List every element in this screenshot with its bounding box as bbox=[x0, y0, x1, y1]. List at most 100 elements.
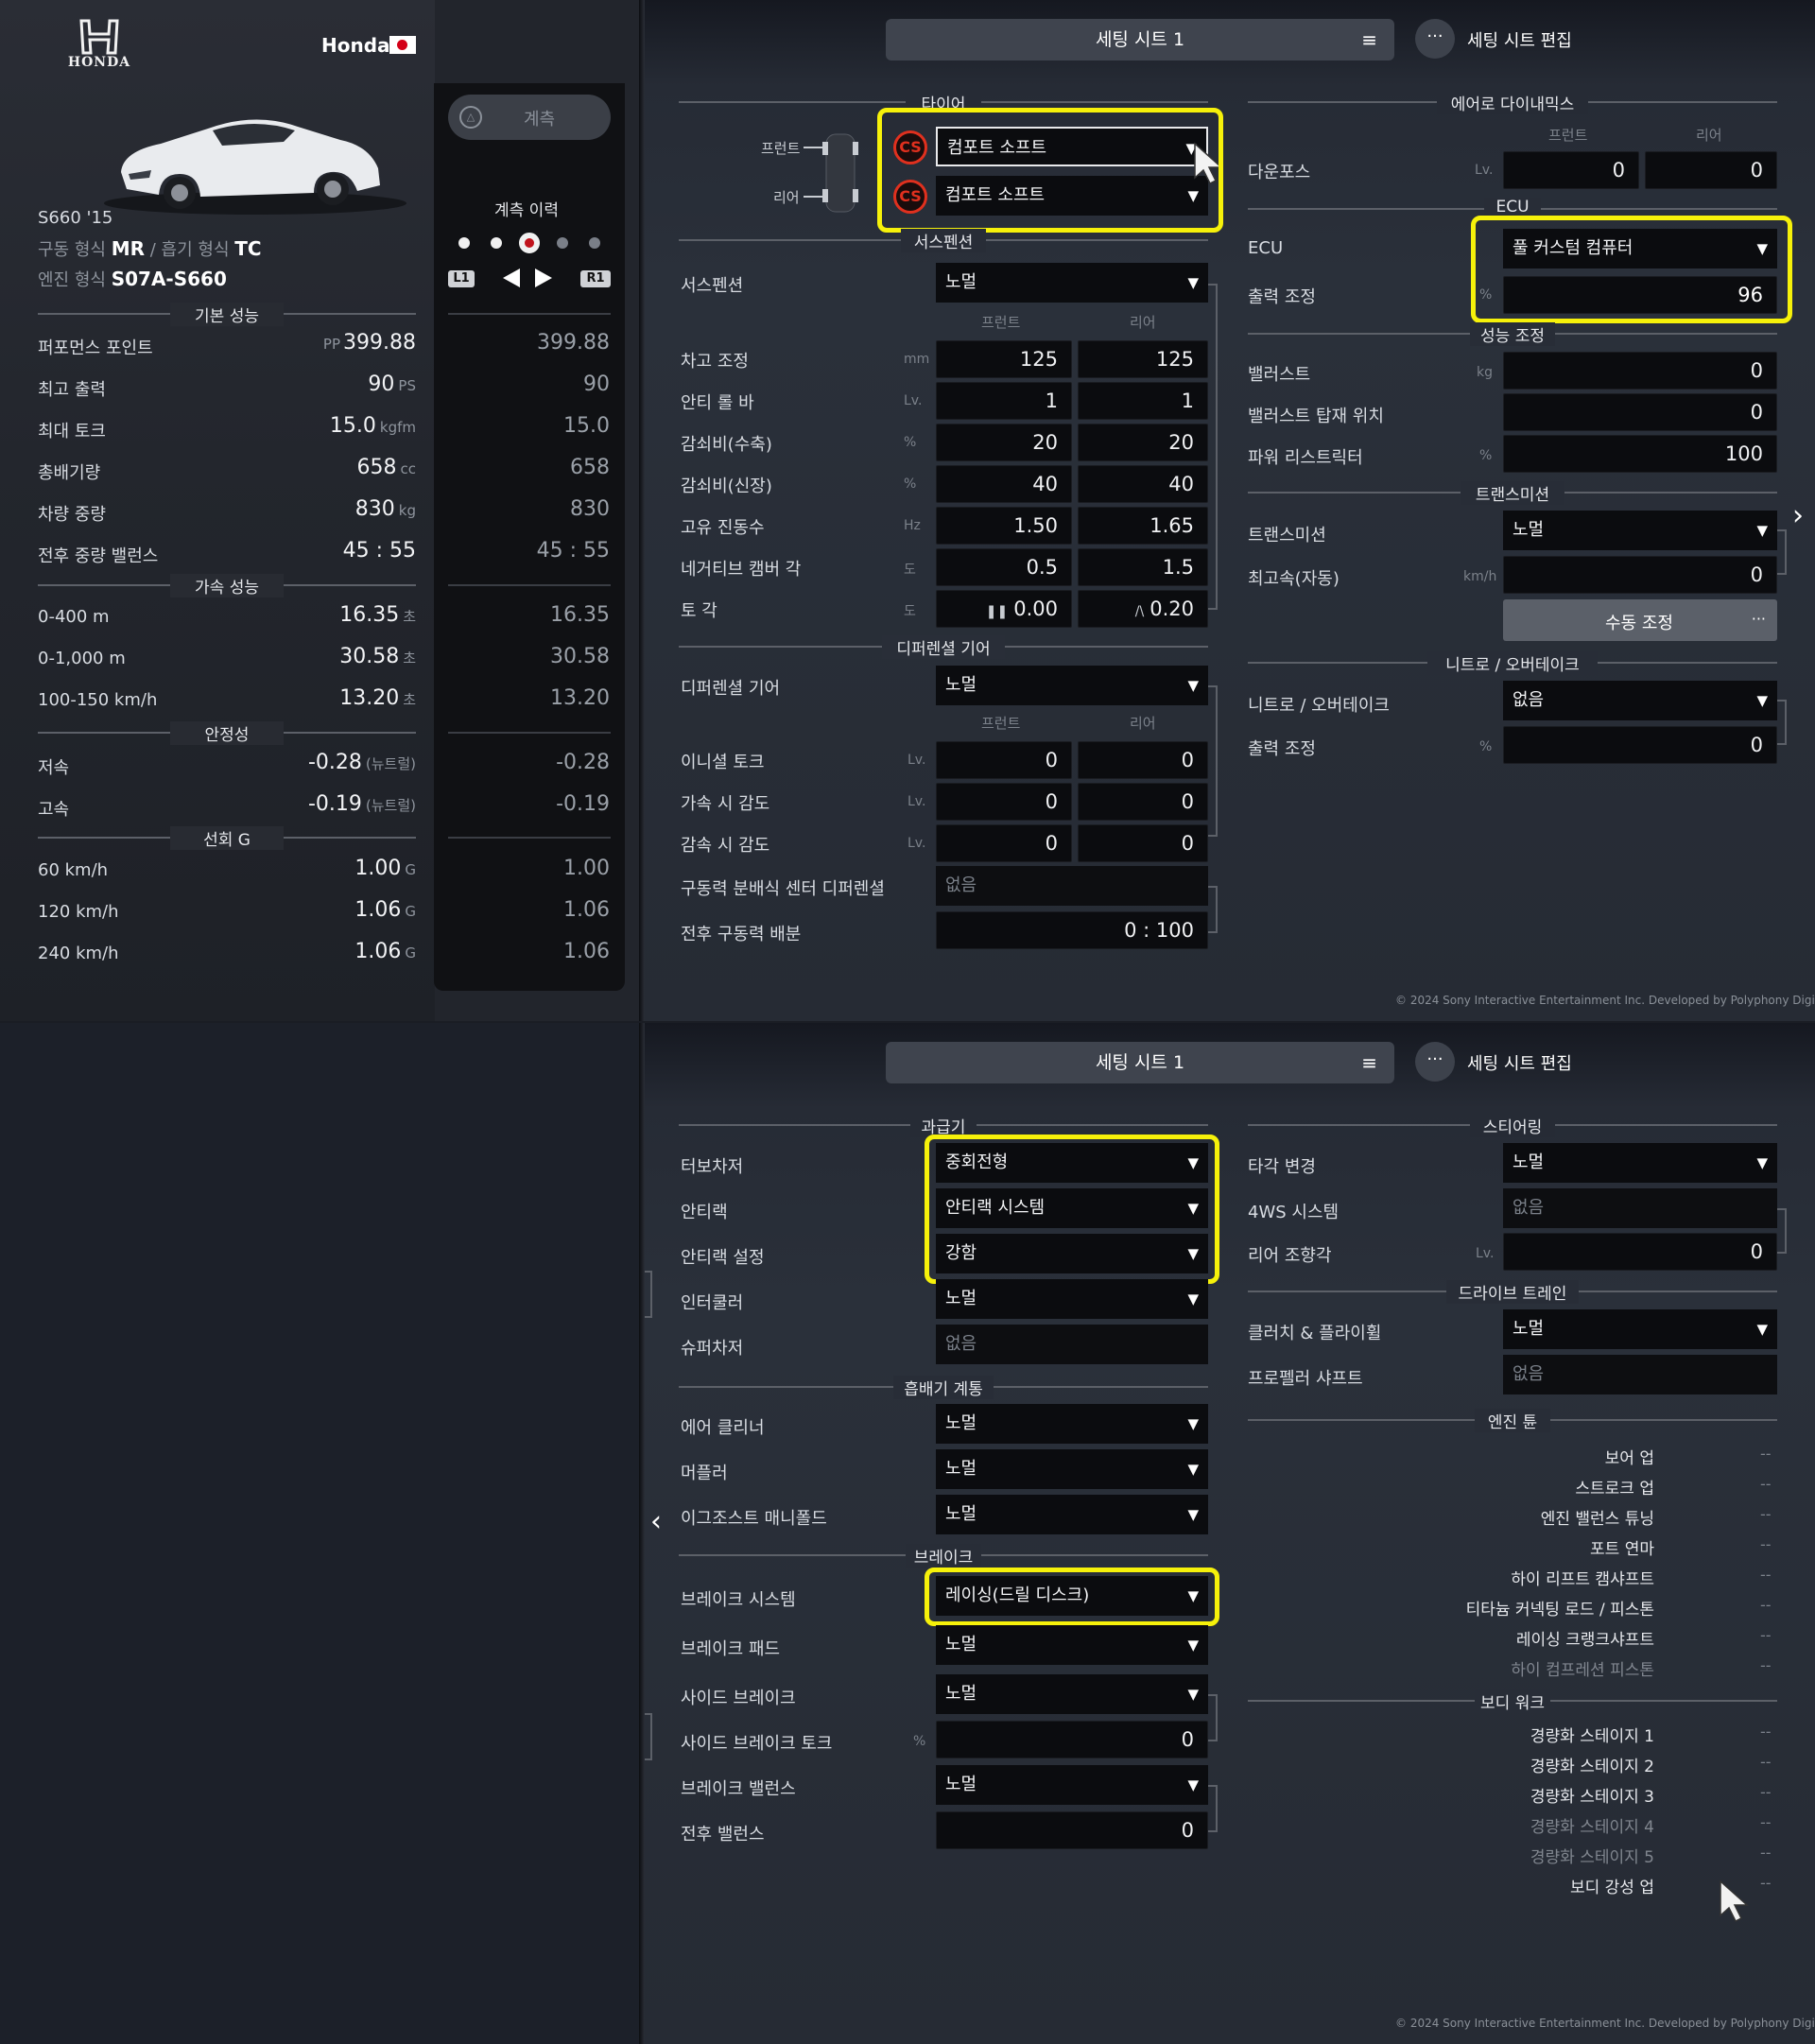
rear-steer-field[interactable]: 0 bbox=[1503, 1233, 1777, 1271]
edit-sheet-label[interactable]: 세팅 시트 편집 bbox=[1467, 27, 1572, 52]
suspension-row-label: 토 각 bbox=[681, 601, 717, 621]
suspension-rear-field[interactable]: 1.5 bbox=[1078, 548, 1208, 586]
engine-tune-value: -- bbox=[1760, 1475, 1772, 1493]
nitro-dropdown[interactable]: 없음 ▼ bbox=[1503, 681, 1777, 720]
body-work-item[interactable]: 경량화 스테이지 2 bbox=[1257, 1753, 1654, 1776]
engine-tune-item[interactable]: 포트 연마 bbox=[1257, 1535, 1654, 1559]
body-work-item[interactable]: 경량화 스테이지 1 bbox=[1257, 1723, 1654, 1746]
measure-button[interactable]: △ 계측 bbox=[448, 95, 611, 140]
history-dot-5[interactable] bbox=[589, 237, 600, 249]
diff-rear-field[interactable]: 0 bbox=[1078, 824, 1208, 862]
basic-row-compare: 830 bbox=[570, 497, 610, 521]
ballast-pos-field[interactable]: 0 bbox=[1503, 393, 1777, 431]
diff-front-field[interactable]: 0 bbox=[936, 783, 1072, 821]
manual-adjust-button[interactable]: 수동 조정 ··· bbox=[1503, 599, 1777, 641]
prop-shaft-dropdown[interactable]: 없음 bbox=[1503, 1355, 1777, 1394]
ballast-unit: kg bbox=[1477, 365, 1493, 380]
more-options-button[interactable]: ··· bbox=[1415, 19, 1455, 59]
history-dot-selected[interactable] bbox=[519, 233, 540, 253]
setting-sheet-selector[interactable]: 세팅 시트 1 ≡ bbox=[886, 19, 1394, 61]
side-brake-torque-field[interactable]: 0 bbox=[936, 1721, 1208, 1758]
l1-button[interactable]: L1 bbox=[448, 270, 475, 287]
setting-sheet-selector[interactable]: 세팅 시트 1 ≡ bbox=[886, 1042, 1394, 1083]
r1-button[interactable]: R1 bbox=[580, 270, 611, 287]
supercharger-dropdown[interactable]: 없음 bbox=[936, 1325, 1208, 1364]
steer-angle-dropdown[interactable]: 노멀 ▼ bbox=[1503, 1143, 1777, 1183]
exhaust-manifold-dropdown[interactable]: 노멀 ▼ bbox=[936, 1495, 1208, 1534]
chevron-right-icon[interactable]: › bbox=[1792, 499, 1804, 532]
suspension-rear-field[interactable]: 1 bbox=[1078, 382, 1208, 420]
drive-split-field[interactable]: 0 : 100 bbox=[936, 911, 1208, 949]
brake-balance-dropdown[interactable]: 노멀 ▼ bbox=[936, 1765, 1208, 1805]
suspension-front-field[interactable]: ❚❚ 0.00 bbox=[936, 590, 1072, 628]
diff-dropdown[interactable]: 노멀 ▼ bbox=[936, 666, 1208, 705]
engine-tune-item[interactable]: 티타늄 커넥팅 로드 / 피스톤 bbox=[1257, 1596, 1654, 1620]
brake-pad-dropdown[interactable]: 노멀 ▼ bbox=[936, 1625, 1208, 1665]
basic-compare-line bbox=[448, 313, 611, 315]
engine-tune-item[interactable]: 스트로크 업 bbox=[1257, 1475, 1654, 1498]
suspension-front-field[interactable]: 0.5 bbox=[936, 548, 1072, 586]
suspension-rear-field[interactable]: 1.65 bbox=[1078, 507, 1208, 545]
diff-row-unit: Lv. bbox=[908, 753, 926, 768]
history-dot-4[interactable] bbox=[557, 237, 568, 249]
ballast-field[interactable]: 0 bbox=[1503, 352, 1777, 390]
suspension-rear-field[interactable]: 125 bbox=[1078, 340, 1208, 378]
diff-rear-field[interactable]: 0 bbox=[1078, 783, 1208, 821]
downforce-front-field[interactable]: 0 bbox=[1503, 151, 1639, 189]
nitro-output-field[interactable]: 0 bbox=[1503, 726, 1777, 764]
edit-sheet-label[interactable]: 세팅 시트 편집 bbox=[1467, 1050, 1572, 1075]
suspension-bracket bbox=[1208, 284, 1218, 610]
suspension-front-field[interactable]: 1 bbox=[936, 382, 1072, 420]
body-section-title: 보디 워크 bbox=[1475, 1689, 1550, 1713]
suspension-front-field[interactable]: 20 bbox=[936, 424, 1072, 461]
engine-tune-item[interactable]: 하이 리프트 캠샤프트 bbox=[1257, 1566, 1654, 1589]
engine-tune-item[interactable]: 엔진 밸런스 튜닝 bbox=[1257, 1505, 1654, 1529]
body-work-item[interactable]: 경량화 스테이지 5 bbox=[1257, 1844, 1654, 1867]
suspension-rear-field[interactable]: 20 bbox=[1078, 424, 1208, 461]
suspension-front-field[interactable]: 40 bbox=[936, 465, 1072, 503]
fr-balance-field[interactable]: 0 bbox=[936, 1811, 1208, 1849]
chevron-left-icon[interactable]: ‹ bbox=[650, 1505, 662, 1538]
diff-front-field[interactable]: 0 bbox=[936, 741, 1072, 779]
restrictor-field[interactable]: 100 bbox=[1503, 435, 1777, 473]
engine-tune-item[interactable]: 하이 컴프레션 피스톤 bbox=[1257, 1656, 1654, 1680]
copyright: © 2024 Sony Interactive Entertainment In… bbox=[1395, 2017, 1815, 2030]
body-work-item[interactable]: 경량화 스테이지 3 bbox=[1257, 1783, 1654, 1807]
engine-tune-item[interactable]: 레이싱 크랭크샤프트 bbox=[1257, 1626, 1654, 1650]
suspension-dropdown[interactable]: 노멀 ▼ bbox=[936, 263, 1208, 303]
trans-dropdown[interactable]: 노멀 ▼ bbox=[1503, 511, 1777, 550]
suspension-front-field[interactable]: 125 bbox=[936, 340, 1072, 378]
side-brake-dropdown[interactable]: 노멀 ▼ bbox=[936, 1674, 1208, 1714]
next-arrow-icon[interactable] bbox=[535, 268, 552, 287]
muffler-dropdown[interactable]: 노멀 ▼ bbox=[936, 1449, 1208, 1489]
suspension-rear-field[interactable]: 40 bbox=[1078, 465, 1208, 503]
chevron-down-icon: ▼ bbox=[1187, 1415, 1199, 1432]
air-cleaner-dropdown[interactable]: 노멀 ▼ bbox=[936, 1404, 1208, 1444]
top-speed-field[interactable]: 0 bbox=[1503, 556, 1777, 594]
ecu-output-label: 출력 조정 bbox=[1248, 287, 1316, 307]
fourws-dropdown[interactable]: 없음 bbox=[1503, 1188, 1777, 1228]
suspension-rear-field[interactable]: /\ 0.20 bbox=[1078, 590, 1208, 628]
suspension-front-field[interactable]: 1.50 bbox=[936, 507, 1072, 545]
body-work-item[interactable]: 경량화 스테이지 4 bbox=[1257, 1813, 1654, 1837]
history-dot-1[interactable] bbox=[458, 237, 470, 249]
downforce-rear-field[interactable]: 0 bbox=[1645, 151, 1777, 189]
history-dot-2[interactable] bbox=[491, 237, 502, 249]
more-options-button[interactable]: ··· bbox=[1415, 1042, 1455, 1082]
body-work-item[interactable]: 보디 강성 업 bbox=[1257, 1874, 1654, 1897]
engine-tune-item[interactable]: 보어 업 bbox=[1257, 1445, 1654, 1468]
basic-section-title: 기본 성능 bbox=[170, 303, 284, 326]
perf-section-title: 성능 조정 bbox=[1470, 322, 1555, 346]
turning-section-title: 선회 G bbox=[170, 826, 284, 850]
center-diff-dropdown[interactable]: 없음 bbox=[936, 866, 1208, 906]
basic-row-value: 15.0 kgfm bbox=[330, 414, 416, 438]
intercooler-dropdown[interactable]: 노멀 ▼ bbox=[936, 1279, 1208, 1319]
accel-row-number: 13.20 bbox=[339, 686, 400, 710]
history-dots[interactable] bbox=[458, 233, 600, 253]
highlight-brake-system bbox=[925, 1568, 1219, 1626]
diff-front-field[interactable]: 0 bbox=[936, 824, 1072, 862]
diff-rear-field[interactable]: 0 bbox=[1078, 741, 1208, 779]
prev-arrow-icon[interactable] bbox=[503, 268, 520, 287]
clutch-dropdown[interactable]: 노멀 ▼ bbox=[1503, 1309, 1777, 1349]
stability-row-label: 저속 bbox=[38, 758, 70, 778]
